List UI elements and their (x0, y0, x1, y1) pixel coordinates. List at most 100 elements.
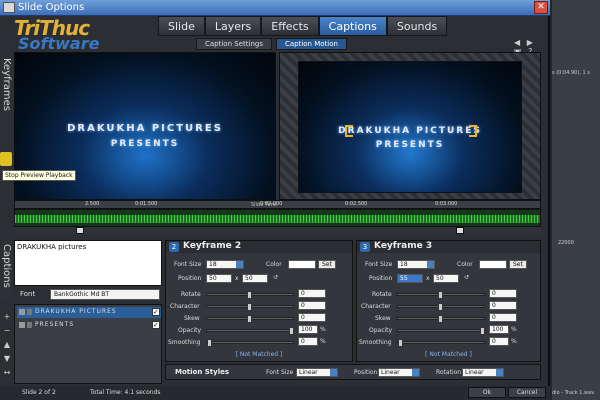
slider-thumb[interactable] (438, 303, 443, 311)
match-status[interactable]: [ Not Matched ] (166, 351, 352, 358)
background-track: dio - Track 1.wav (552, 390, 595, 396)
skew-input[interactable]: 0 (298, 313, 326, 322)
motion-rotation-label: Rotation (436, 369, 462, 376)
play-icon[interactable] (0, 152, 12, 166)
subtab-caption-motion[interactable]: Caption Motion (275, 38, 347, 50)
opacity-slider[interactable] (206, 327, 294, 335)
position-y-input[interactable]: 50 (242, 274, 268, 283)
side-tab-captions[interactable]: Captions (1, 240, 13, 300)
selection-bracket-icon[interactable] (345, 125, 353, 137)
skew-input[interactable]: 0 (489, 313, 517, 322)
subtab-caption-settings[interactable]: Caption Settings (196, 38, 272, 50)
keyframe-3-number: 3 (360, 242, 370, 252)
layer-item[interactable]: PRESENTS ✓ (17, 320, 161, 331)
motion-font-size-select[interactable]: Linear (296, 368, 338, 377)
opacity-slider[interactable] (397, 327, 485, 335)
rotate-input[interactable]: 0 (298, 289, 326, 298)
slider-thumb[interactable] (289, 327, 294, 335)
text-icon (27, 309, 32, 315)
layer-checkbox[interactable]: ✓ (152, 308, 160, 316)
audio-waveform[interactable]: Slide Time (14, 202, 541, 227)
slider-thumb[interactable] (247, 303, 252, 311)
opacity-input[interactable]: 100 (489, 325, 509, 334)
tab-slide[interactable]: Slide (158, 16, 205, 36)
smoothing-input[interactable]: 0 (298, 337, 318, 346)
caption-text: DRAKUKHA pictures (17, 243, 87, 251)
smoothing-label: Smoothing (168, 339, 201, 346)
layer-visibility-icon[interactable] (19, 322, 25, 328)
timeline-ruler[interactable]: 2.500 0:01.500 0:02.000 0:02.500 0:03.00… (14, 200, 541, 209)
tab-effects[interactable]: Effects (261, 16, 319, 36)
layer-name: DRAKUKHA PICTURES (35, 308, 117, 315)
selection-bracket-icon[interactable] (469, 125, 477, 137)
dialog-footer: Slide 2 of 2 Total Time: 4.1 seconds Ok … (0, 386, 550, 400)
position-x-input[interactable]: 55 (397, 274, 423, 283)
layer-tools[interactable]: + − ▲ ▼ ↔ (1, 310, 13, 380)
motion-styles-bar: Motion Styles Font Size Linear Position … (165, 364, 541, 380)
motion-styles-label: Motion Styles (175, 368, 230, 376)
sub-tabs: Caption Settings Caption Motion (196, 38, 347, 50)
skew-slider[interactable] (206, 315, 294, 323)
keyframe-2-number: 2 (169, 242, 179, 252)
smoothing-slider[interactable] (206, 339, 294, 347)
keyframe-2-panel: 2 Keyframe 2 Font Size 18 Color Set Posi… (165, 240, 353, 362)
color-set-button[interactable]: Set (318, 260, 336, 269)
keyframe-3-title: Keyframe 3 (374, 241, 433, 251)
color-swatch[interactable] (479, 260, 507, 269)
color-set-button[interactable]: Set (509, 260, 527, 269)
smoothing-input[interactable]: 0 (489, 337, 509, 346)
character-input[interactable]: 0 (298, 301, 326, 310)
rotate-slider[interactable] (206, 291, 294, 299)
opacity-label: Opacity (369, 327, 393, 334)
slide-time-label: Slide Time (251, 202, 278, 208)
skew-slider[interactable] (397, 315, 485, 323)
cancel-button[interactable]: Cancel (508, 387, 546, 398)
opacity-input[interactable]: 100 (298, 325, 318, 334)
color-swatch[interactable] (288, 260, 316, 269)
tab-layers[interactable]: Layers (204, 16, 262, 36)
layer-item[interactable]: DRAKUKHA PICTURES ✓ (17, 307, 161, 318)
keyframe-marker[interactable] (456, 227, 464, 234)
position-x-input[interactable]: 50 (206, 274, 232, 283)
layer-visibility-icon[interactable] (19, 309, 25, 315)
rotate-input[interactable]: 0 (489, 289, 517, 298)
slider-thumb[interactable] (438, 291, 443, 299)
slide-counter: Slide 2 of 2 (22, 389, 56, 396)
keyframe-track[interactable] (14, 227, 541, 235)
slider-thumb[interactable] (398, 339, 403, 347)
font-select[interactable]: BankGothic Md BT (50, 289, 160, 300)
motion-rotation-select[interactable]: Linear (462, 368, 504, 377)
tab-sounds[interactable]: Sounds (386, 16, 448, 36)
character-slider[interactable] (397, 303, 485, 311)
caption-text-box[interactable]: DRAKUKHA pictures (14, 240, 162, 286)
slider-thumb[interactable] (480, 327, 485, 335)
tab-captions[interactable]: Captions (318, 16, 387, 36)
motion-position-select[interactable]: Linear (378, 368, 420, 377)
character-slider[interactable] (206, 303, 294, 311)
slider-thumb[interactable] (247, 315, 252, 323)
position-separator: x (235, 275, 239, 282)
slider-thumb[interactable] (438, 315, 443, 323)
font-size-select[interactable]: 18 (397, 260, 435, 269)
character-input[interactable]: 0 (489, 301, 517, 310)
smoothing-slider[interactable] (397, 339, 485, 347)
slide-options-dialog: Slide Options ✕ TriThuc Software Slide L… (0, 0, 550, 400)
close-button[interactable]: ✕ (534, 1, 548, 14)
ok-button[interactable]: Ok (468, 387, 506, 398)
slider-thumb[interactable] (247, 291, 252, 299)
position-y-input[interactable]: 50 (433, 274, 459, 283)
layer-checkbox[interactable]: ✓ (152, 321, 160, 329)
side-tab-keyframes[interactable]: Keyframes (1, 54, 13, 146)
logo-line2: Software (18, 34, 100, 53)
position-reset-icon[interactable]: ↺ (273, 274, 278, 281)
rotate-slider[interactable] (397, 291, 485, 299)
preview-right-canvas[interactable]: DRAKUKHA PICTURES PRESENTS (298, 61, 522, 193)
keyframe-marker[interactable] (76, 227, 84, 234)
font-size-select[interactable]: 18 (206, 260, 244, 269)
preview-right[interactable]: DRAKUKHA PICTURES PRESENTS (279, 52, 541, 200)
slider-thumb[interactable] (207, 339, 212, 347)
window-title: Slide Options (18, 2, 85, 13)
keyframe-3-panel: 3 Keyframe 3 Font Size 18 Color Set Posi… (356, 240, 541, 362)
match-status[interactable]: [ Not Matched ] (357, 351, 540, 358)
position-reset-icon[interactable]: ↺ (464, 274, 469, 281)
